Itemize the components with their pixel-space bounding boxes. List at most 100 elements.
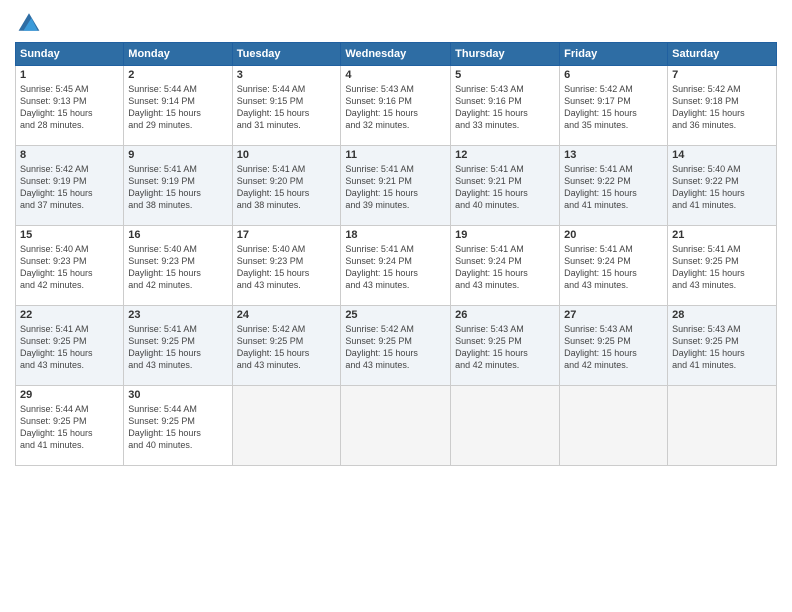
calendar-cell	[232, 386, 341, 466]
calendar-cell: 10 Sunrise: 5:41 AMSunset: 9:20 PMDayligh…	[232, 146, 341, 226]
calendar-week-5: 29 Sunrise: 5:44 AMSunset: 9:25 PMDayligh…	[16, 386, 777, 466]
calendar-header-wednesday: Wednesday	[341, 43, 451, 66]
day-number: 8	[20, 149, 119, 161]
calendar-cell: 6 Sunrise: 5:42 AMSunset: 9:17 PMDaylight…	[560, 66, 668, 146]
day-number: 12	[455, 149, 555, 161]
day-number: 10	[237, 149, 337, 161]
day-info: Sunrise: 5:41 AMSunset: 9:20 PMDaylight:…	[237, 163, 337, 212]
calendar-cell: 8 Sunrise: 5:42 AMSunset: 9:19 PMDaylight…	[16, 146, 124, 226]
logo	[15, 10, 41, 34]
calendar-cell: 14Sunrise: 5:40 AMSunset: 9:22 PMDayligh…	[668, 146, 777, 226]
day-number: 16	[128, 229, 227, 241]
calendar-cell: 13 Sunrise: 5:41 AMSunset: 9:22 PMDayligh…	[560, 146, 668, 226]
day-info: Sunrise: 5:40 AMSunset: 9:23 PMDaylight:…	[20, 243, 119, 292]
day-number: 11	[345, 149, 446, 161]
calendar-cell: 30 Sunrise: 5:44 AMSunset: 9:25 PMDayligh…	[124, 386, 232, 466]
calendar-cell: 5 Sunrise: 5:43 AMSunset: 9:16 PMDaylight…	[451, 66, 560, 146]
day-info: Sunrise: 5:42 AMSunset: 9:18 PMDaylight:…	[672, 83, 772, 132]
day-info: Sunrise: 5:41 AMSunset: 9:24 PMDaylight:…	[455, 243, 555, 292]
calendar-cell: 9 Sunrise: 5:41 AMSunset: 9:19 PMDaylight…	[124, 146, 232, 226]
calendar-cell: 17Sunrise: 5:40 AMSunset: 9:23 PMDayligh…	[232, 226, 341, 306]
calendar-cell: 27 Sunrise: 5:43 AMSunset: 9:25 PMDayligh…	[560, 306, 668, 386]
day-number: 21	[672, 229, 772, 241]
day-info: Sunrise: 5:41 AMSunset: 9:25 PMDaylight:…	[672, 243, 772, 292]
calendar-header-row: SundayMondayTuesdayWednesdayThursdayFrid…	[16, 43, 777, 66]
day-info: Sunrise: 5:40 AMSunset: 9:23 PMDaylight:…	[237, 243, 337, 292]
calendar-cell: 15Sunrise: 5:40 AMSunset: 9:23 PMDayligh…	[16, 226, 124, 306]
calendar-cell: 29 Sunrise: 5:44 AMSunset: 9:25 PMDayligh…	[16, 386, 124, 466]
day-number: 24	[237, 309, 337, 321]
day-number: 26	[455, 309, 555, 321]
calendar-cell: 21 Sunrise: 5:41 AMSunset: 9:25 PMDayligh…	[668, 226, 777, 306]
day-info: Sunrise: 5:44 AMSunset: 9:25 PMDaylight:…	[128, 403, 227, 452]
day-number: 7	[672, 69, 772, 81]
day-number: 27	[564, 309, 663, 321]
day-number: 3	[237, 69, 337, 81]
day-number: 4	[345, 69, 446, 81]
day-number: 28	[672, 309, 772, 321]
calendar-week-3: 15Sunrise: 5:40 AMSunset: 9:23 PMDayligh…	[16, 226, 777, 306]
calendar-header-saturday: Saturday	[668, 43, 777, 66]
calendar: SundayMondayTuesdayWednesdayThursdayFrid…	[15, 42, 777, 466]
day-number: 23	[128, 309, 227, 321]
day-info: Sunrise: 5:40 AMSunset: 9:23 PMDaylight:…	[128, 243, 227, 292]
calendar-cell: 26 Sunrise: 5:43 AMSunset: 9:25 PMDayligh…	[451, 306, 560, 386]
day-info: Sunrise: 5:41 AMSunset: 9:21 PMDaylight:…	[345, 163, 446, 212]
day-info: Sunrise: 5:40 AMSunset: 9:22 PMDaylight:…	[672, 163, 772, 212]
day-info: Sunrise: 5:41 AMSunset: 9:25 PMDaylight:…	[20, 323, 119, 372]
calendar-cell	[451, 386, 560, 466]
day-info: Sunrise: 5:42 AMSunset: 9:19 PMDaylight:…	[20, 163, 119, 212]
calendar-header-friday: Friday	[560, 43, 668, 66]
calendar-cell: 4 Sunrise: 5:43 AMSunset: 9:16 PMDaylight…	[341, 66, 451, 146]
day-info: Sunrise: 5:44 AMSunset: 9:25 PMDaylight:…	[20, 403, 119, 452]
calendar-cell	[560, 386, 668, 466]
calendar-week-4: 22 Sunrise: 5:41 AMSunset: 9:25 PMDayligh…	[16, 306, 777, 386]
calendar-cell: 16 Sunrise: 5:40 AMSunset: 9:23 PMDayligh…	[124, 226, 232, 306]
calendar-cell: 25 Sunrise: 5:42 AMSunset: 9:25 PMDayligh…	[341, 306, 451, 386]
calendar-cell: 22 Sunrise: 5:41 AMSunset: 9:25 PMDayligh…	[16, 306, 124, 386]
calendar-cell: 11 Sunrise: 5:41 AMSunset: 9:21 PMDayligh…	[341, 146, 451, 226]
day-info: Sunrise: 5:43 AMSunset: 9:16 PMDaylight:…	[345, 83, 446, 132]
day-info: Sunrise: 5:44 AMSunset: 9:14 PMDaylight:…	[128, 83, 227, 132]
day-number: 30	[128, 389, 227, 401]
day-info: Sunrise: 5:43 AMSunset: 9:25 PMDaylight:…	[455, 323, 555, 372]
day-number: 29	[20, 389, 119, 401]
day-number: 25	[345, 309, 446, 321]
day-info: Sunrise: 5:41 AMSunset: 9:24 PMDaylight:…	[345, 243, 446, 292]
day-info: Sunrise: 5:45 AMSunset: 9:13 PMDaylight:…	[20, 83, 119, 132]
day-info: Sunrise: 5:42 AMSunset: 9:17 PMDaylight:…	[564, 83, 663, 132]
day-info: Sunrise: 5:43 AMSunset: 9:25 PMDaylight:…	[672, 323, 772, 372]
day-number: 5	[455, 69, 555, 81]
day-info: Sunrise: 5:43 AMSunset: 9:16 PMDaylight:…	[455, 83, 555, 132]
day-info: Sunrise: 5:42 AMSunset: 9:25 PMDaylight:…	[345, 323, 446, 372]
calendar-cell	[341, 386, 451, 466]
calendar-header-tuesday: Tuesday	[232, 43, 341, 66]
day-number: 13	[564, 149, 663, 161]
day-info: Sunrise: 5:41 AMSunset: 9:22 PMDaylight:…	[564, 163, 663, 212]
page: SundayMondayTuesdayWednesdayThursdayFrid…	[0, 0, 792, 612]
calendar-cell: 3Sunrise: 5:44 AMSunset: 9:15 PMDaylight…	[232, 66, 341, 146]
day-number: 19	[455, 229, 555, 241]
day-info: Sunrise: 5:41 AMSunset: 9:19 PMDaylight:…	[128, 163, 227, 212]
day-number: 22	[20, 309, 119, 321]
day-info: Sunrise: 5:41 AMSunset: 9:25 PMDaylight:…	[128, 323, 227, 372]
calendar-cell: 20Sunrise: 5:41 AMSunset: 9:24 PMDayligh…	[560, 226, 668, 306]
day-number: 1	[20, 69, 119, 81]
calendar-cell: 24Sunrise: 5:42 AMSunset: 9:25 PMDayligh…	[232, 306, 341, 386]
day-number: 9	[128, 149, 227, 161]
calendar-cell: 7 Sunrise: 5:42 AMSunset: 9:18 PMDaylight…	[668, 66, 777, 146]
header	[15, 10, 777, 34]
day-number: 20	[564, 229, 663, 241]
day-info: Sunrise: 5:43 AMSunset: 9:25 PMDaylight:…	[564, 323, 663, 372]
calendar-cell: 23 Sunrise: 5:41 AMSunset: 9:25 PMDayligh…	[124, 306, 232, 386]
calendar-cell: 19 Sunrise: 5:41 AMSunset: 9:24 PMDayligh…	[451, 226, 560, 306]
calendar-cell: 12 Sunrise: 5:41 AMSunset: 9:21 PMDayligh…	[451, 146, 560, 226]
calendar-week-1: 1 Sunrise: 5:45 AMSunset: 9:13 PMDaylight…	[16, 66, 777, 146]
day-number: 6	[564, 69, 663, 81]
calendar-cell: 18Sunrise: 5:41 AMSunset: 9:24 PMDayligh…	[341, 226, 451, 306]
calendar-cell	[668, 386, 777, 466]
calendar-header-thursday: Thursday	[451, 43, 560, 66]
calendar-week-2: 8 Sunrise: 5:42 AMSunset: 9:19 PMDaylight…	[16, 146, 777, 226]
calendar-cell: 28 Sunrise: 5:43 AMSunset: 9:25 PMDayligh…	[668, 306, 777, 386]
day-info: Sunrise: 5:41 AMSunset: 9:21 PMDaylight:…	[455, 163, 555, 212]
